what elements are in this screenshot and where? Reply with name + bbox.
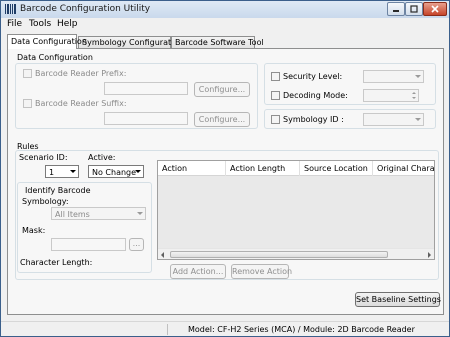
symbology-value: All Items xyxy=(55,210,90,219)
column-divider xyxy=(225,161,226,176)
chevron-down-icon xyxy=(415,75,421,78)
maximize-icon xyxy=(410,5,418,13)
spinner-up-icon[interactable] xyxy=(412,92,416,94)
status-model-text: Model: CF-H2 Series (MCA) / Module: 2D B… xyxy=(188,325,415,334)
menu-tools[interactable]: Tools xyxy=(29,19,51,29)
scrollbar-thumb[interactable] xyxy=(170,251,388,258)
security-level-select[interactable] xyxy=(363,70,424,83)
decoding-mode-spinner[interactable] xyxy=(363,89,419,102)
set-baseline-settings-button[interactable]: Set Baseline Settings xyxy=(355,292,441,307)
scenario-id-select[interactable]: 1 xyxy=(45,165,79,178)
column-action[interactable]: Action xyxy=(162,164,187,173)
active-value: No Change xyxy=(92,168,137,177)
decoding-mode-label: Decoding Mode: xyxy=(283,91,348,100)
column-divider xyxy=(299,161,300,176)
symbology-id-label: Symbology ID : xyxy=(283,115,344,124)
app-window: Barcode Configuration Utility File Tools… xyxy=(0,0,450,337)
menu-file[interactable]: File xyxy=(7,19,22,29)
mask-label: Mask: xyxy=(22,226,46,235)
identify-barcode-title: Identify Barcode xyxy=(25,186,91,195)
active-select[interactable]: No Change xyxy=(88,165,144,178)
symbology-select[interactable]: All Items xyxy=(51,207,146,220)
security-level-checkbox[interactable] xyxy=(271,72,280,81)
character-length-label: Character Length: xyxy=(20,258,93,267)
suffix-input[interactable] xyxy=(104,112,188,125)
minimize-button[interactable] xyxy=(387,2,405,16)
data-configuration-panel: Data Configuration Barcode Reader Prefix… xyxy=(7,48,444,315)
symbology-label: Symbology: xyxy=(22,197,69,206)
column-divider xyxy=(372,161,373,176)
maximize-button[interactable] xyxy=(405,2,423,16)
close-icon xyxy=(431,5,439,13)
symbology-id-group: Symbology ID : xyxy=(264,109,436,129)
menu-bar: File Tools Help xyxy=(1,18,449,32)
status-divider xyxy=(167,324,168,335)
menu-help[interactable]: Help xyxy=(57,19,78,29)
minimize-icon xyxy=(393,10,399,12)
prefix-configure-button[interactable]: Configure... xyxy=(194,82,250,97)
chevron-down-icon xyxy=(135,170,141,173)
symbology-id-checkbox[interactable] xyxy=(271,115,280,124)
suffix-configure-button[interactable]: Configure... xyxy=(194,112,250,127)
close-button[interactable] xyxy=(423,2,447,16)
chevron-down-icon xyxy=(70,170,76,173)
suffix-checkbox[interactable] xyxy=(23,99,32,108)
column-action-length[interactable]: Action Length xyxy=(230,164,285,173)
decoding-mode-checkbox[interactable] xyxy=(271,91,280,100)
data-configuration-group-title: Data Configuration xyxy=(17,53,93,62)
title-bar: Barcode Configuration Utility xyxy=(1,1,449,18)
mask-input[interactable] xyxy=(51,238,126,251)
security-level-label: Security Level: xyxy=(283,72,343,81)
chevron-down-icon xyxy=(137,212,143,215)
suffix-label: Barcode Reader Suffix: xyxy=(35,99,127,108)
scroll-right-icon[interactable] xyxy=(428,252,431,258)
prefix-label: Barcode Reader Prefix: xyxy=(35,69,127,78)
scenario-id-value: 1 xyxy=(49,168,55,177)
mask-browse-button[interactable]: ... xyxy=(129,238,144,251)
scenario-id-label: Scenario ID: xyxy=(19,153,68,162)
actions-grid-header: Action Action Length Source Location Ori… xyxy=(158,161,434,176)
add-action-button[interactable]: Add Action... xyxy=(170,264,226,279)
symbology-id-select[interactable] xyxy=(363,113,424,126)
identify-barcode-group: Identify Barcode Symbology: All Items Ma… xyxy=(17,182,152,273)
spinner-down-icon[interactable] xyxy=(412,97,416,99)
prefix-checkbox[interactable] xyxy=(23,69,32,78)
remove-action-button[interactable]: Remove Action xyxy=(231,264,292,279)
window-title: Barcode Configuration Utility xyxy=(20,4,151,14)
tab-data-configuration[interactable]: Data Configuration xyxy=(7,34,87,49)
security-decoding-group: Security Level: Decoding Mode: xyxy=(264,63,436,105)
horizontal-scrollbar[interactable] xyxy=(158,248,434,259)
column-original-characters[interactable]: Original Characte xyxy=(377,164,434,173)
active-label: Active: xyxy=(88,153,116,162)
column-source-location[interactable]: Source Location xyxy=(304,164,368,173)
prefix-input[interactable] xyxy=(104,82,188,95)
prefix-suffix-group: Barcode Reader Prefix: Configure... Barc… xyxy=(15,63,258,129)
actions-grid[interactable]: Action Action Length Source Location Ori… xyxy=(157,160,435,260)
barcode-app-icon xyxy=(5,4,16,14)
status-bar: Model: CF-H2 Series (MCA) / Module: 2D B… xyxy=(1,321,449,336)
chevron-down-icon xyxy=(415,118,421,121)
scroll-left-icon[interactable] xyxy=(161,252,164,258)
